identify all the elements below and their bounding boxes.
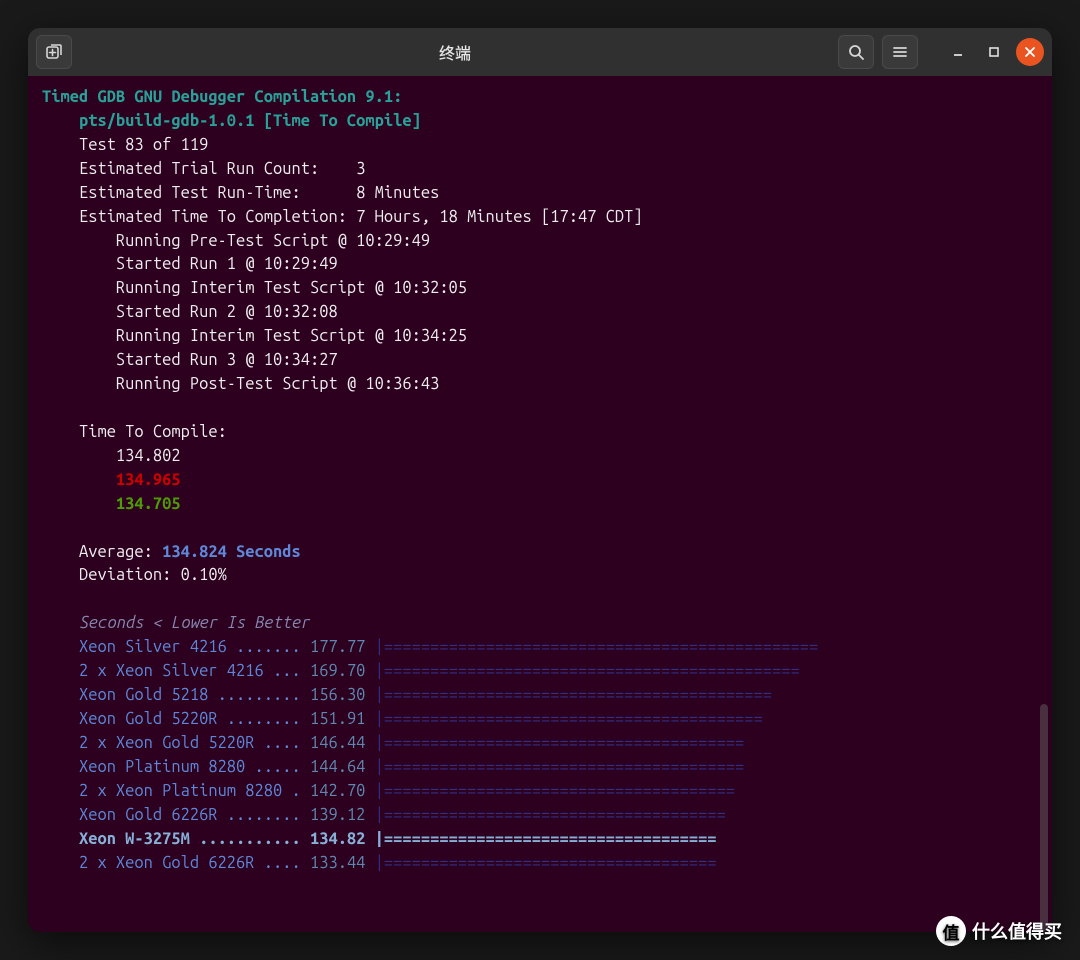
new-tab-button[interactable] [36,35,72,69]
watermark-badge: 值 [936,916,966,946]
comparison-table: Xeon Silver 4216 ....... 177.77 |=======… [42,638,818,871]
trial-count-label: Estimated Trial Run Count: [79,160,319,178]
runtime-value: 8 Minutes [356,184,439,202]
test-title: Timed GDB GNU Debugger Compilation 9.1: [42,88,402,106]
test-subtitle: pts/build-gdb-1.0.1 [Time To Compile] [79,112,421,130]
deviation-label: Deviation: [79,566,171,584]
log-line: Running Pre-Test Script @ 10:29:49 [116,232,430,250]
average-label: Average: [79,543,153,561]
log-line: Started Run 3 @ 10:34:27 [116,351,338,369]
result-min: 134.705 [116,495,181,513]
runtime-label: Estimated Test Run-Time: [79,184,301,202]
scrollbar[interactable] [1040,704,1048,932]
maximize-button[interactable] [980,38,1008,66]
terminal-window: 终端 Timed GDB GNU Debugger Compilation 9.… [28,28,1052,932]
watermark: 值 什么值得买 [936,916,1062,946]
minimize-button[interactable] [944,38,972,66]
average-value: 134.824 Seconds [162,543,301,561]
trial-count-value: 3 [356,160,365,178]
deviation-value: 0.10% [181,566,227,584]
close-icon [1024,46,1036,58]
results-label: Time To Compile: [79,423,227,441]
log-line: Running Post-Test Script @ 10:36:43 [116,375,439,393]
titlebar: 终端 [28,28,1052,76]
result-max: 134.965 [116,471,181,489]
search-button[interactable] [838,35,874,69]
watermark-text: 什么值得买 [972,918,1062,944]
log-line: Started Run 1 @ 10:29:49 [116,255,338,273]
minimize-icon [952,46,964,58]
completion-label: Estimated Time To Completion: [79,208,347,226]
completion-value: 7 Hours, 18 Minutes [17:47 CDT] [356,208,642,226]
result-normal: 134.802 [116,447,181,465]
log-line: Running Interim Test Script @ 10:34:25 [116,327,467,345]
new-tab-icon [45,43,63,61]
comparison-header: Seconds < Lower Is Better [79,614,310,632]
log-line: Running Interim Test Script @ 10:32:05 [116,279,467,297]
close-button[interactable] [1016,38,1044,66]
hamburger-icon [892,44,908,60]
log-line: Started Run 2 @ 10:32:08 [116,303,338,321]
window-title: 终端 [80,40,830,64]
test-progress: Test 83 of 119 [79,136,208,154]
menu-button[interactable] [882,35,918,69]
maximize-icon [988,46,1000,58]
terminal-content[interactable]: Timed GDB GNU Debugger Compilation 9.1: … [28,76,1052,932]
search-icon [848,44,864,60]
